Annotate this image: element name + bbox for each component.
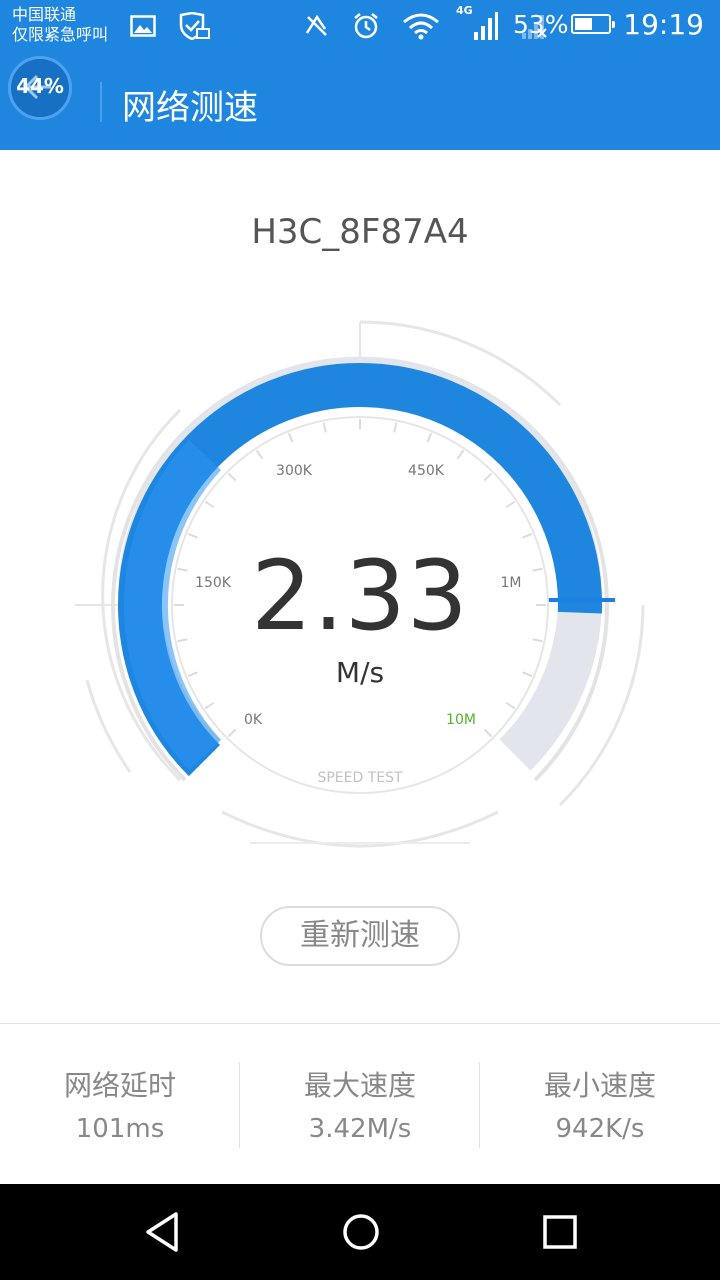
battery-percent: 53% [513, 10, 569, 39]
clock: 19:19 [623, 8, 704, 41]
max-speed-stat: 最大速度 3.42M/s [240, 1024, 480, 1185]
emergency-only-label: 仅限紧急呼叫 [12, 25, 109, 44]
scale-label-450k: 450K [408, 463, 445, 479]
triangle-back-icon[interactable] [132, 1206, 192, 1258]
stats-panel: 网络延时 101ms 最大速度 3.42M/s 最小速度 942K/s [0, 1023, 720, 1185]
current-speed-value: 2.33 [251, 540, 469, 652]
wifi-icon [403, 13, 439, 40]
carrier-info: 中国联通 仅限紧急呼叫 [12, 5, 108, 45]
latency-value: 101ms [75, 1114, 165, 1144]
min-speed-stat: 最小速度 942K/s [480, 1024, 720, 1185]
circle-home-icon[interactable] [330, 1206, 390, 1258]
memory-percent-badge: 44% [16, 74, 64, 98]
scale-label-300k: 300K [276, 463, 313, 479]
max-speed-label: 最大速度 [303, 1069, 416, 1102]
image-notification-icon [130, 15, 156, 37]
appbar-divider [100, 82, 102, 122]
security-shield-icon [179, 12, 210, 40]
current-speed-unit: M/s [335, 656, 385, 689]
speed-test-caption: SPEED TEST [317, 770, 403, 786]
square-recents-icon[interactable] [530, 1206, 590, 1258]
scale-label-0k: 0K [244, 712, 263, 728]
carrier-name: 中国联通 [12, 5, 77, 24]
max-speed-value: 3.42M/s [308, 1114, 412, 1144]
status-bar: 中国联通 仅限紧急呼叫 4G 53% 19:19 [0, 0, 720, 52]
scale-label-10m: 10M [446, 712, 476, 728]
min-speed-label: 最小速度 [543, 1069, 656, 1102]
app-bar: 44% 网络测速 [0, 52, 720, 150]
min-speed-value: 942K/s [555, 1114, 645, 1144]
latency-stat: 网络延时 101ms [0, 1024, 240, 1185]
latency-label: 网络延时 [63, 1069, 176, 1102]
alarm-icon [354, 13, 378, 39]
retest-button[interactable]: 重新测速 [260, 906, 460, 966]
vibrate-off-icon [305, 14, 327, 36]
battery-fill [575, 18, 592, 30]
battery-icon [571, 14, 615, 34]
back-button[interactable]: 44% [8, 56, 72, 120]
status-icons: 4G [130, 4, 550, 44]
network-name: H3C_8F87A4 [251, 212, 469, 252]
navigation-bar [0, 1184, 720, 1280]
cellular-signal-icon: 4G [456, 4, 498, 42]
page-title: 网络测速 [122, 88, 258, 128]
gauge-bottom-arc [221, 810, 499, 848]
